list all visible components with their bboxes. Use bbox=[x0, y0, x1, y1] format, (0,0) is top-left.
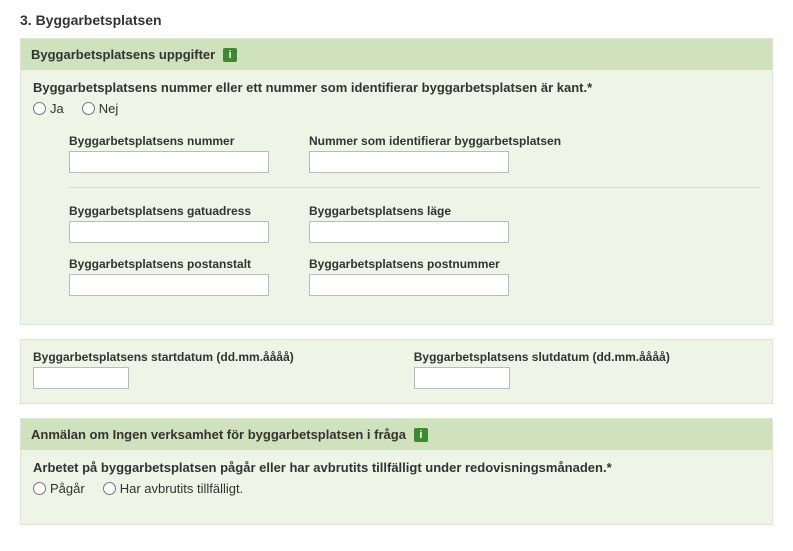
panel-header-no-activity: Anmälan om Ingen verksamhet för byggarbe… bbox=[21, 419, 772, 450]
panel-dates: Byggarbetsplatsens startdatum (dd.mm.ååå… bbox=[20, 339, 773, 404]
input-location[interactable] bbox=[309, 221, 509, 243]
field-enddate: Byggarbetsplatsens slutdatum (dd.mm.åååå… bbox=[414, 350, 670, 389]
question-activity: Arbetet på byggarbetsplatsen pågår eller… bbox=[33, 460, 760, 475]
radio-ongoing[interactable]: Pågår bbox=[33, 481, 85, 496]
radio-ongoing-label: Pågår bbox=[50, 481, 85, 496]
info-icon[interactable]: i bbox=[223, 48, 237, 62]
radio-paused-label: Har avbrutits tillfälligt. bbox=[120, 481, 244, 496]
radio-no[interactable]: Nej bbox=[82, 101, 119, 116]
field-postoffice: Byggarbetsplatsens postanstalt bbox=[69, 257, 269, 296]
label-enddate: Byggarbetsplatsens slutdatum (dd.mm.åååå… bbox=[414, 350, 670, 364]
field-startdate: Byggarbetsplatsens startdatum (dd.mm.ååå… bbox=[33, 350, 294, 389]
input-id-number[interactable] bbox=[309, 151, 509, 173]
divider bbox=[69, 187, 760, 188]
radio-paused[interactable]: Har avbrutits tillfälligt. bbox=[103, 481, 244, 496]
panel-site-info: Byggarbetsplatsens uppgifter i Byggarbet… bbox=[20, 38, 773, 325]
label-startdate: Byggarbetsplatsens startdatum (dd.mm.ååå… bbox=[33, 350, 294, 364]
label-id-number: Nummer som identifierar byggarbetsplatse… bbox=[309, 134, 561, 148]
panel-heading-text: Byggarbetsplatsens uppgifter bbox=[31, 47, 215, 62]
radio-yes-input[interactable] bbox=[33, 102, 46, 115]
label-street: Byggarbetsplatsens gatuadress bbox=[69, 204, 269, 218]
panel-header-site-info: Byggarbetsplatsens uppgifter i bbox=[21, 39, 772, 70]
inner-fields-block: Byggarbetsplatsens nummer Nummer som ide… bbox=[69, 130, 760, 296]
panel-body-dates: Byggarbetsplatsens startdatum (dd.mm.ååå… bbox=[21, 340, 772, 403]
label-postnumber: Byggarbetsplatsens postnummer bbox=[309, 257, 509, 271]
panel-heading-no-activity-text: Anmälan om Ingen verksamhet för byggarbe… bbox=[31, 427, 406, 442]
info-icon[interactable]: i bbox=[414, 428, 428, 442]
radio-yes-label: Ja bbox=[50, 101, 64, 116]
radio-no-label: Nej bbox=[99, 101, 119, 116]
input-enddate[interactable] bbox=[414, 367, 510, 389]
input-site-number[interactable] bbox=[69, 151, 269, 173]
radio-row-number-known: Ja Nej bbox=[33, 101, 760, 116]
label-location: Byggarbetsplatsens läge bbox=[309, 204, 509, 218]
panel-no-activity: Anmälan om Ingen verksamhet för byggarbe… bbox=[20, 418, 773, 525]
radio-paused-input[interactable] bbox=[103, 482, 116, 495]
radio-row-activity: Pågår Har avbrutits tillfälligt. bbox=[33, 481, 760, 496]
label-site-number: Byggarbetsplatsens nummer bbox=[69, 134, 269, 148]
field-postnumber: Byggarbetsplatsens postnummer bbox=[309, 257, 509, 296]
section-title: 3. Byggarbetsplatsen bbox=[20, 12, 773, 28]
field-street: Byggarbetsplatsens gatuadress bbox=[69, 204, 269, 243]
input-postnumber[interactable] bbox=[309, 274, 509, 296]
label-postoffice: Byggarbetsplatsens postanstalt bbox=[69, 257, 269, 271]
field-id-number: Nummer som identifierar byggarbetsplatse… bbox=[309, 134, 561, 173]
question-number-known: Byggarbetsplatsens nummer eller ett numm… bbox=[33, 80, 760, 95]
radio-yes[interactable]: Ja bbox=[33, 101, 64, 116]
radio-ongoing-input[interactable] bbox=[33, 482, 46, 495]
panel-body-no-activity: Arbetet på byggarbetsplatsen pågår eller… bbox=[21, 450, 772, 524]
radio-no-input[interactable] bbox=[82, 102, 95, 115]
input-postoffice[interactable] bbox=[69, 274, 269, 296]
field-location: Byggarbetsplatsens läge bbox=[309, 204, 509, 243]
panel-body-site-info: Byggarbetsplatsens nummer eller ett numm… bbox=[21, 70, 772, 324]
field-site-number: Byggarbetsplatsens nummer bbox=[69, 134, 269, 173]
input-startdate[interactable] bbox=[33, 367, 129, 389]
input-street[interactable] bbox=[69, 221, 269, 243]
